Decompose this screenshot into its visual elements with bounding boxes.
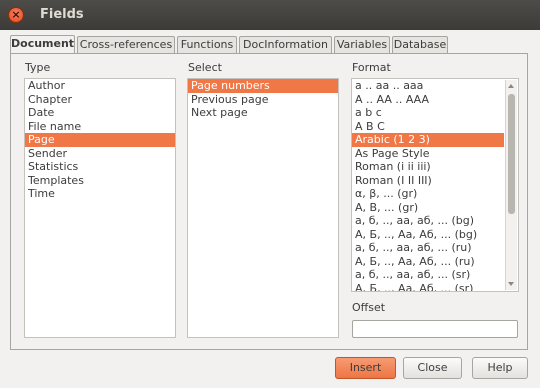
type-item-sender[interactable]: Sender — [25, 147, 175, 161]
format-items: a .. aa .. aaa A .. AA .. AAA a b c A B … — [352, 79, 504, 292]
format-item[interactable]: А, Б, .., Аа, Аб, ... (bg) — [352, 228, 504, 242]
offset-label: Offset — [352, 301, 386, 314]
offset-input[interactable] — [352, 320, 518, 338]
format-item[interactable]: Roman (I II III) — [352, 174, 504, 188]
type-item-statistics[interactable]: Statistics — [25, 160, 175, 174]
type-item-chapter[interactable]: Chapter — [25, 93, 175, 107]
help-button[interactable]: Help — [472, 357, 528, 379]
format-label: Format — [352, 61, 391, 74]
type-item-time[interactable]: Time — [25, 187, 175, 201]
tab-variables[interactable]: Variables — [334, 36, 390, 53]
select-item-next-page[interactable]: Next page — [188, 106, 338, 120]
scroll-down-arrow-icon[interactable] — [508, 282, 514, 286]
type-item-date[interactable]: Date — [25, 106, 175, 120]
format-item[interactable]: а, б, .., аа, аб, ... (bg) — [352, 214, 504, 228]
format-item[interactable]: a b c — [352, 106, 504, 120]
scroll-up-arrow-icon[interactable] — [508, 84, 514, 88]
format-item[interactable]: a .. aa .. aaa — [352, 79, 504, 93]
format-item[interactable]: Α, Β, ... (gr) — [352, 201, 504, 215]
scroll-thumb[interactable] — [508, 94, 515, 214]
close-button[interactable]: Close — [403, 357, 462, 379]
type-list[interactable]: Author Chapter Date File name Page Sende… — [24, 78, 176, 338]
select-item-page-numbers[interactable]: Page numbers — [188, 79, 338, 93]
format-item[interactable]: Roman (i ii iii) — [352, 160, 504, 174]
format-item[interactable]: а, б, .., аа, аб, ... (ru) — [352, 241, 504, 255]
select-list[interactable]: Page numbers Previous page Next page — [187, 78, 339, 338]
format-list[interactable]: a .. aa .. aaa A .. AA .. AAA a b c A B … — [351, 78, 519, 292]
format-item-arabic[interactable]: Arabic (1 2 3) — [352, 133, 504, 147]
select-item-previous-page[interactable]: Previous page — [188, 93, 338, 107]
format-item[interactable]: А, Б, .., Аа, Аб, ... (ru) — [352, 255, 504, 269]
type-item-author[interactable]: Author — [25, 79, 175, 93]
select-label: Select — [188, 61, 222, 74]
type-item-page[interactable]: Page — [25, 133, 175, 147]
tab-docinformation[interactable]: DocInformation — [239, 36, 332, 53]
tab-functions[interactable]: Functions — [177, 36, 237, 53]
insert-button[interactable]: Insert — [335, 357, 396, 379]
format-item[interactable]: α, β, ... (gr) — [352, 187, 504, 201]
tab-database[interactable]: Database — [392, 36, 448, 53]
format-scrollbar[interactable] — [505, 80, 517, 290]
fields-dialog: × Fields Document Cross-references Funct… — [0, 0, 540, 388]
title-bar: × Fields — [0, 0, 540, 30]
format-item[interactable]: А, Б, .., Аа, Аб, ... (sr) — [352, 282, 504, 292]
format-item[interactable]: A .. AA .. AAA — [352, 93, 504, 107]
type-label: Type — [25, 61, 51, 74]
type-item-templates[interactable]: Templates — [25, 174, 175, 188]
tab-document[interactable]: Document — [10, 35, 75, 54]
close-window-icon[interactable]: × — [8, 7, 24, 23]
window-title: Fields — [40, 7, 84, 22]
format-item[interactable]: а, б, .., аа, аб, ... (sr) — [352, 268, 504, 282]
type-item-file-name[interactable]: File name — [25, 120, 175, 134]
format-item[interactable]: As Page Style — [352, 147, 504, 161]
tab-cross-references[interactable]: Cross-references — [77, 36, 175, 53]
format-item[interactable]: A B C — [352, 120, 504, 134]
